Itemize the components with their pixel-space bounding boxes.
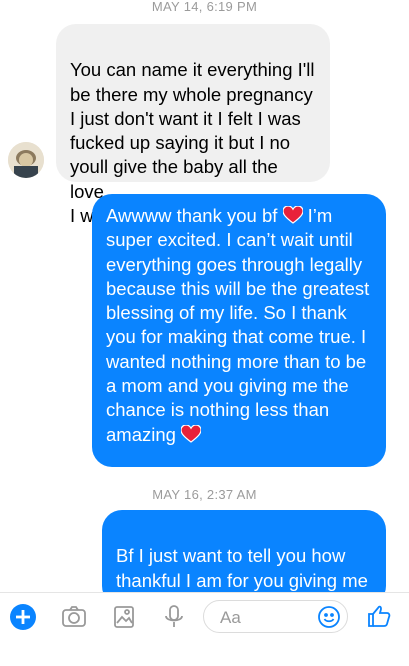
avatar[interactable] — [8, 142, 44, 178]
add-icon[interactable] — [10, 604, 36, 630]
photo-icon[interactable] — [110, 603, 138, 631]
message-input[interactable]: Aa — [203, 600, 348, 633]
message-bubble-received[interactable]: You can name it everything I'll be there… — [56, 24, 330, 226]
timestamp-may-14: MAY 14, 6:19 PM — [151, 0, 258, 14]
message-input-placeholder: Aa — [220, 608, 241, 627]
timestamp-may-16: MAY 16, 2:37 AM — [152, 487, 257, 502]
message-composer: Aa — [0, 592, 409, 641]
camera-icon[interactable] — [60, 603, 88, 631]
thumbs-up-icon[interactable] — [365, 602, 393, 630]
avatar-image — [8, 142, 44, 178]
emoji-icon[interactable] — [317, 605, 341, 629]
heart-icon — [281, 205, 304, 224]
message-bubble-sent[interactable]: Awwww thank you bf I’m super excited. I … — [92, 194, 386, 467]
heart-icon — [180, 424, 202, 443]
message-text: Awwww thank you bf — [106, 205, 278, 226]
message-text-continued: I’m super excited. I can’t wait until ev… — [106, 205, 370, 445]
microphone-icon[interactable] — [160, 603, 188, 631]
